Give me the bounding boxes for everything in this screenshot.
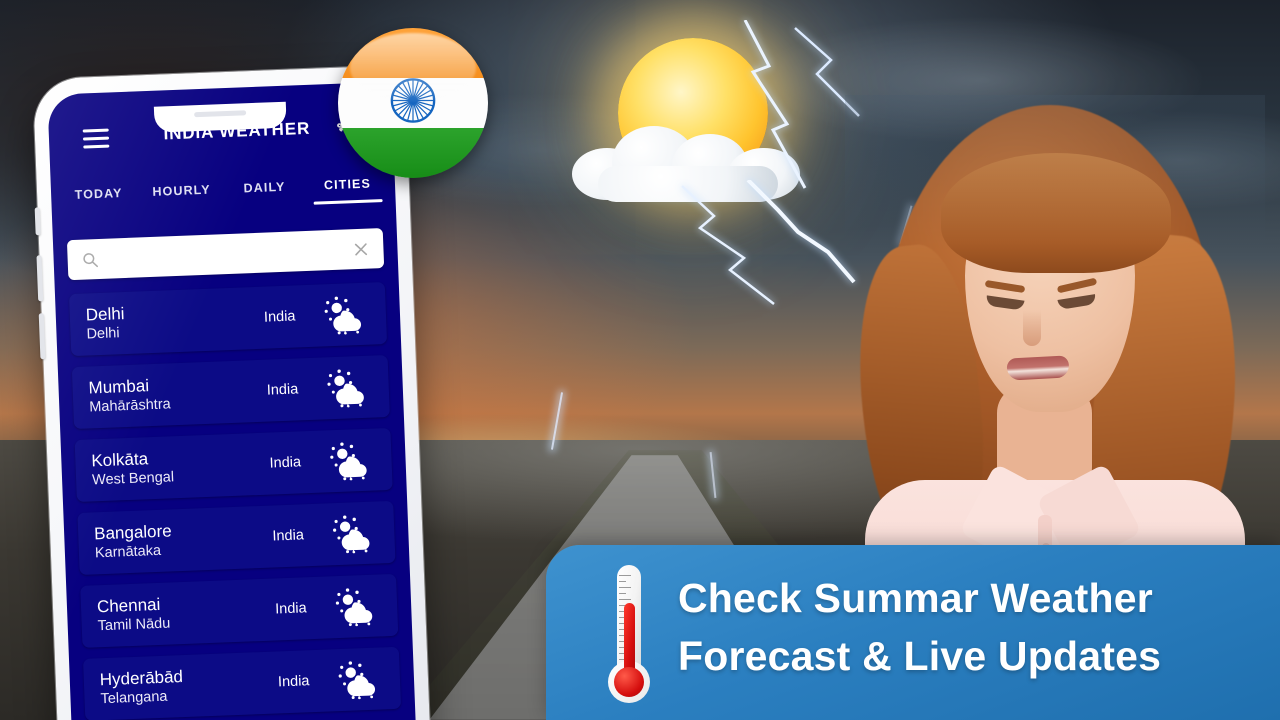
thermometer-mercury-bulb: [614, 667, 644, 697]
phone-volume-down-button[interactable]: [38, 313, 46, 360]
flag-gloss-highlight: [350, 32, 476, 102]
city-main: Bangalore Karnātaka: [94, 517, 273, 563]
city-main: Kolkāta West Bengal: [91, 444, 270, 490]
city-country: India: [274, 600, 307, 618]
thermometer-icon: [606, 565, 652, 713]
search-input[interactable]: [98, 241, 353, 267]
sun-cloud-thunderstorm-icon: [335, 658, 385, 700]
india-flag-icon: [338, 28, 488, 178]
city-main: Chennai Tamil Nādu: [97, 590, 276, 636]
search-icon: [81, 251, 99, 269]
city-list-item[interactable]: Mumbai Mahārāshtra India: [71, 354, 390, 430]
close-icon[interactable]: [352, 240, 370, 258]
tab-daily[interactable]: DAILY: [223, 173, 307, 196]
city-list: Delhi Delhi India Mumbai Mahārāshtra Ind…: [55, 281, 415, 720]
sun-cloud-thunderstorm-icon: [330, 512, 380, 554]
flag-green-band: [338, 128, 488, 178]
search-bar[interactable]: [66, 228, 385, 281]
tab-hourly[interactable]: HOURLY: [140, 176, 224, 199]
city-main: Delhi Delhi: [85, 298, 264, 344]
promo-line-1: Check Summar Weather: [678, 575, 1153, 621]
sun-cloud-thunderstorm-icon: [327, 440, 377, 482]
sun-cloud-thunderstorm-icon: [324, 367, 374, 409]
promo-line-2: Forecast & Live Updates: [678, 633, 1162, 679]
phone-mute-button[interactable]: [34, 207, 41, 236]
city-list-item[interactable]: Delhi Delhi India: [68, 282, 388, 357]
city-country: India: [272, 527, 305, 545]
city-list-item[interactable]: Bangalore Karnātaka India: [77, 500, 396, 575]
city-country: India: [269, 454, 302, 472]
sun-cloud-thunderstorm-icon: [332, 585, 382, 627]
city-list-item[interactable]: Kolkāta West Bengal India: [74, 427, 393, 503]
phone-notch: [153, 101, 287, 133]
sun-cloud-thunderstorm-icon: [321, 294, 371, 336]
city-country: India: [263, 308, 296, 326]
phone-volume-up-button[interactable]: [36, 255, 44, 302]
city-country: India: [266, 381, 299, 399]
city-main: Mumbai Mahārāshtra: [88, 371, 267, 417]
city-main: Hyderābād Telangana: [99, 663, 278, 709]
city-country: India: [277, 673, 310, 691]
screenshot-canvas: INDIA WEATHER भारत मौसम TODAY HOURLY DAI…: [0, 0, 1280, 720]
city-list-item[interactable]: Hyderābād Telangana India: [82, 646, 402, 720]
tab-today[interactable]: TODAY: [57, 179, 141, 202]
promo-banner: Check Summar Weather Forecast & Live Upd…: [546, 545, 1280, 720]
hamburger-menu-icon[interactable]: [82, 128, 110, 154]
promo-banner-text: Check Summar Weather Forecast & Live Upd…: [678, 569, 1262, 685]
city-list-item[interactable]: Chennai Tamil Nādu India: [80, 573, 399, 648]
